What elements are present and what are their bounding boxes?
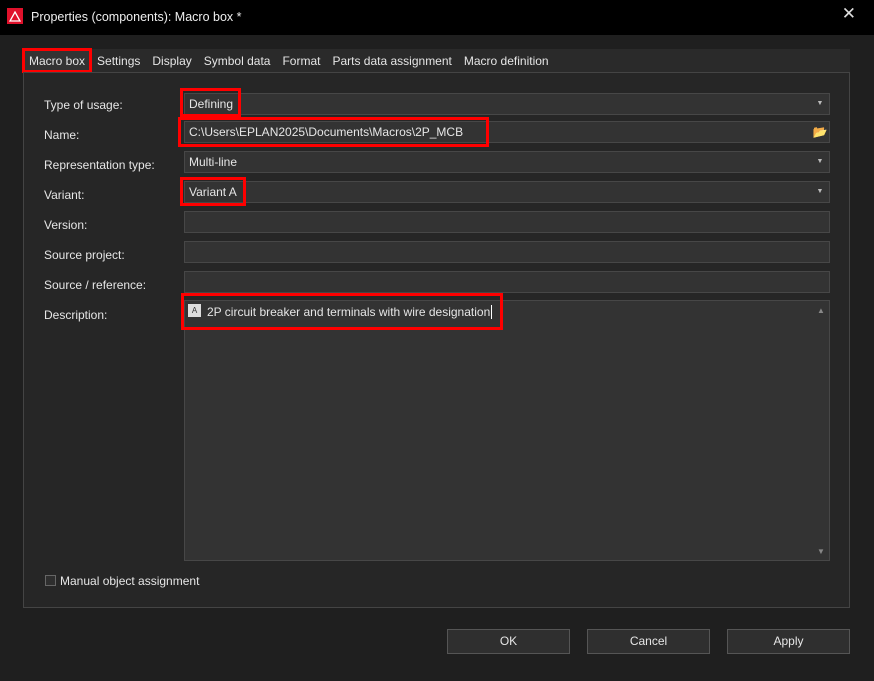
macro-box-panel: Type of usage: Defining ▼ Name: C:\Users\… bbox=[23, 72, 850, 608]
manual-object-assignment-label: Manual object assignment bbox=[60, 574, 200, 588]
version-input[interactable] bbox=[184, 211, 830, 233]
tab-symbol-data[interactable]: Symbol data bbox=[198, 49, 277, 72]
source-reference-input[interactable] bbox=[184, 271, 830, 293]
title-bar: Properties (components): Macro box * ✕ bbox=[0, 0, 874, 35]
cancel-button[interactable]: Cancel bbox=[587, 629, 710, 654]
name-label: Name: bbox=[44, 128, 80, 142]
chevron-down-icon[interactable]: ▼ bbox=[811, 152, 829, 172]
representation-type-value: Multi-line bbox=[189, 155, 238, 169]
manual-object-assignment-checkbox[interactable] bbox=[45, 575, 56, 586]
close-icon[interactable]: ✕ bbox=[842, 4, 856, 24]
tab-display[interactable]: Display bbox=[146, 49, 197, 72]
type-of-usage-label: Type of usage: bbox=[44, 98, 123, 112]
version-label: Version: bbox=[44, 218, 88, 232]
variant-dropdown[interactable]: Variant A ▼ bbox=[184, 181, 830, 203]
window-title: Properties (components): Macro box * bbox=[31, 10, 242, 24]
variant-label: Variant: bbox=[44, 188, 85, 202]
representation-type-label: Representation type: bbox=[44, 158, 155, 172]
source-project-label: Source project: bbox=[44, 248, 125, 262]
eplan-logo-icon bbox=[7, 8, 23, 24]
highlight-box bbox=[180, 177, 246, 206]
chevron-down-icon[interactable]: ▼ bbox=[811, 94, 829, 114]
vertical-scrollbar[interactable]: ▲ ▼ bbox=[813, 301, 829, 560]
ok-button[interactable]: OK bbox=[447, 629, 570, 654]
folder-open-icon[interactable]: 📂 bbox=[811, 122, 829, 142]
description-label: Description: bbox=[44, 308, 108, 322]
highlight-box bbox=[180, 88, 241, 117]
description-textarea[interactable]: A 2P circuit breaker and terminals with … bbox=[184, 300, 830, 561]
representation-type-dropdown[interactable]: Multi-line ▼ bbox=[184, 151, 830, 173]
source-reference-label: Source / reference: bbox=[44, 278, 147, 292]
highlight-box bbox=[178, 117, 489, 147]
apply-button[interactable]: Apply bbox=[727, 629, 850, 654]
tab-parts-data-assignment[interactable]: Parts data assignment bbox=[326, 49, 457, 72]
tab-format[interactable]: Format bbox=[276, 49, 326, 72]
tab-macro-definition[interactable]: Macro definition bbox=[458, 49, 555, 72]
chevron-down-icon[interactable]: ▼ bbox=[811, 182, 829, 202]
tab-macro-box[interactable]: Macro box bbox=[21, 48, 93, 73]
type-of-usage-dropdown[interactable]: Defining ▼ bbox=[184, 93, 830, 115]
tab-settings[interactable]: Settings bbox=[91, 49, 146, 72]
tab-bar: Macro box Settings Display Symbol data F… bbox=[21, 48, 850, 73]
source-project-input[interactable] bbox=[184, 241, 830, 263]
highlight-box bbox=[181, 293, 503, 330]
